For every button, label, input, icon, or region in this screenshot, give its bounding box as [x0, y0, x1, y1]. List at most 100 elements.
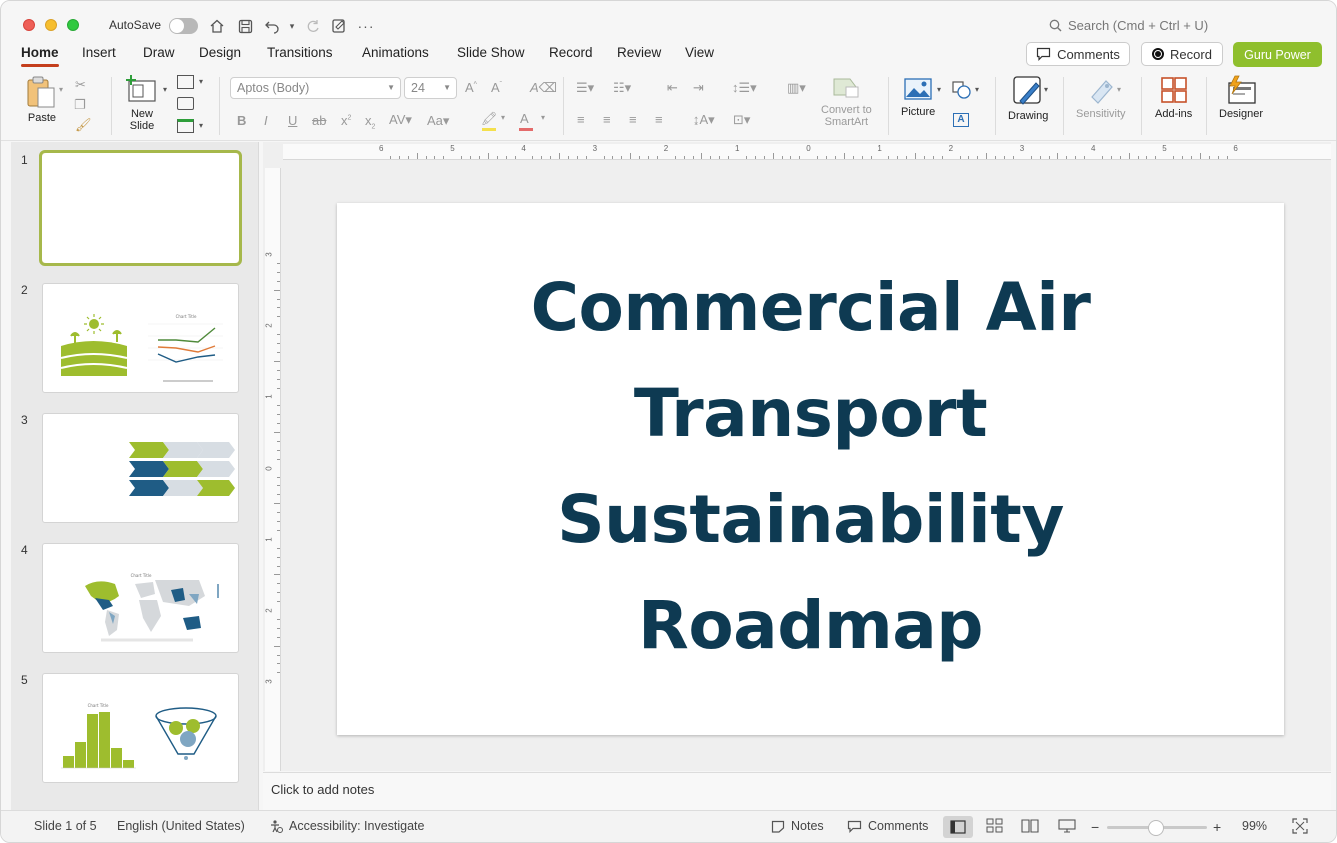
tab-slide-show[interactable]: Slide Show: [457, 45, 525, 60]
slide-thumbnail-1[interactable]: [39, 150, 242, 266]
tab-home[interactable]: Home: [21, 45, 59, 67]
italic-icon[interactable]: I: [264, 113, 268, 128]
fit-to-window-button[interactable]: [1292, 818, 1308, 837]
change-case-icon[interactable]: Aa▾: [427, 113, 449, 129]
search-box[interactable]: Search (Cmd + Ctrl + U): [1049, 18, 1208, 33]
increase-indent-icon[interactable]: ⇥: [693, 80, 704, 96]
sensitivity-dropdown-icon[interactable]: ▾: [1117, 85, 1121, 94]
addins-button[interactable]: Add-ins: [1155, 75, 1192, 120]
align-text-icon[interactable]: ⊡▾: [733, 112, 750, 128]
undo-icon[interactable]: [261, 15, 283, 37]
undo-dropdown-icon[interactable]: ▾: [281, 15, 303, 37]
picture-dropdown-icon[interactable]: ▾: [937, 85, 941, 94]
new-slide-dropdown-icon[interactable]: ▾: [163, 85, 167, 94]
font-color-icon[interactable]: A: [520, 111, 529, 126]
comments-button[interactable]: Comments: [1026, 42, 1130, 66]
slide-title[interactable]: Commercial Air Transport Sustainability …: [337, 255, 1284, 679]
reading-view-button[interactable]: [1021, 818, 1039, 837]
clear-formatting-icon[interactable]: A⌫: [530, 80, 557, 96]
slide-sorter-button[interactable]: [986, 818, 1004, 837]
shapes-dropdown-icon[interactable]: ▾: [975, 85, 979, 94]
save-icon[interactable]: [234, 15, 256, 37]
font-size-dropdown[interactable]: 24 ▼: [404, 77, 457, 99]
home-icon[interactable]: [206, 15, 228, 37]
shapes-icon[interactable]: [952, 81, 972, 104]
increase-font-icon[interactable]: A^: [465, 80, 477, 95]
strikethrough-icon[interactable]: ab: [312, 113, 326, 128]
tab-record[interactable]: Record: [549, 45, 593, 60]
numbering-icon[interactable]: ☷▾: [613, 80, 631, 96]
align-left-icon[interactable]: ≡: [577, 112, 585, 127]
more-icon[interactable]: ···: [355, 15, 377, 37]
bold-icon[interactable]: B: [237, 113, 246, 128]
new-slide-button[interactable]: New Slide: [125, 75, 159, 132]
zoom-level[interactable]: 99%: [1242, 819, 1267, 833]
minimize-window-button[interactable]: [45, 19, 57, 31]
text-box-icon[interactable]: A: [953, 113, 969, 127]
close-window-button[interactable]: [23, 19, 35, 31]
slide-thumbnail-5[interactable]: Chart Title: [42, 673, 239, 783]
sensitivity-button[interactable]: Sensitivity: [1076, 75, 1126, 120]
accessibility-status[interactable]: Accessibility: Investigate: [269, 819, 424, 833]
tab-transitions[interactable]: Transitions: [267, 45, 333, 60]
slide-thumbnail-4[interactable]: Chart Title: [42, 543, 239, 653]
slide-editor[interactable]: 6 5 4 3 2 1 0 1 2 3 4 5 6 3 2 1 0 1 2 3 Commercial Air Tra…: [263, 142, 1331, 771]
highlight-icon[interactable]: 🖍: [481, 111, 498, 127]
zoom-out-button[interactable]: −: [1091, 819, 1099, 835]
tab-review[interactable]: Review: [617, 45, 661, 60]
cut-icon[interactable]: ✂: [75, 77, 86, 93]
justify-icon[interactable]: ≡: [655, 112, 663, 127]
autosave-toggle[interactable]: [169, 18, 198, 34]
comments-toggle-button[interactable]: Comments: [847, 819, 928, 833]
slide-thumbnails-panel[interactable]: 1 2 Chart Title 3 4 Chart Title 5 Chart …: [11, 142, 259, 810]
zoom-slider-handle[interactable]: [1148, 820, 1164, 836]
guru-power-button[interactable]: Guru Power: [1233, 42, 1322, 67]
normal-view-button[interactable]: [943, 816, 973, 838]
superscript-icon[interactable]: x2: [341, 113, 351, 128]
underline-icon[interactable]: U: [288, 113, 297, 128]
slide-thumbnail-2[interactable]: Chart Title: [42, 283, 239, 393]
highlight-dropdown-icon[interactable]: ▾: [501, 113, 505, 122]
zoom-in-button[interactable]: +: [1213, 819, 1221, 835]
notes-pane[interactable]: Click to add notes: [263, 772, 1331, 810]
customize-icon[interactable]: [328, 15, 350, 37]
decrease-font-icon[interactable]: Aˇ: [491, 80, 502, 95]
font-color-dropdown-icon[interactable]: ▾: [541, 113, 545, 122]
character-spacing-icon[interactable]: AV▾: [389, 112, 412, 128]
tab-view[interactable]: View: [685, 45, 714, 60]
tab-design[interactable]: Design: [199, 45, 241, 60]
tab-insert[interactable]: Insert: [82, 45, 116, 60]
layout-dropdown-icon[interactable]: ▾: [199, 77, 203, 86]
tab-draw[interactable]: Draw: [143, 45, 175, 60]
bullets-icon[interactable]: ☰▾: [576, 80, 594, 96]
subscript-icon[interactable]: x2: [365, 113, 375, 131]
language-status[interactable]: English (United States): [117, 819, 245, 833]
layout-icon[interactable]: [177, 75, 194, 89]
picture-button[interactable]: Picture: [901, 77, 935, 118]
decrease-indent-icon[interactable]: ⇤: [667, 80, 678, 96]
tab-animations[interactable]: Animations: [362, 45, 429, 60]
text-direction-icon[interactable]: ↨A▾: [693, 112, 715, 128]
drawing-dropdown-icon[interactable]: ▾: [1044, 85, 1048, 94]
section-icon[interactable]: [177, 119, 194, 133]
current-slide[interactable]: Commercial Air Transport Sustainability …: [337, 203, 1284, 735]
convert-smartart-button[interactable]: Convert to SmartArt: [821, 75, 872, 128]
format-painter-icon[interactable]: 🖌: [75, 117, 92, 133]
drawing-button[interactable]: Drawing: [1008, 75, 1048, 122]
font-name-dropdown[interactable]: Aptos (Body) ▼: [230, 77, 401, 99]
reset-icon[interactable]: [177, 97, 194, 110]
paste-dropdown-icon[interactable]: ▾: [59, 85, 63, 94]
line-spacing-icon[interactable]: ↕☰▾: [732, 80, 757, 96]
slide-thumbnail-3[interactable]: [42, 413, 239, 523]
align-right-icon[interactable]: ≡: [629, 112, 637, 127]
record-button[interactable]: Record: [1141, 42, 1223, 66]
columns-icon[interactable]: ▥▾: [787, 80, 806, 96]
slideshow-button[interactable]: [1058, 818, 1076, 837]
notes-toggle-button[interactable]: Notes: [771, 819, 824, 833]
align-center-icon[interactable]: ≡: [603, 112, 611, 127]
copy-icon[interactable]: ❐: [74, 97, 86, 113]
paste-button[interactable]: Paste: [25, 75, 59, 124]
maximize-window-button[interactable]: [67, 19, 79, 31]
designer-button[interactable]: Designer: [1219, 75, 1263, 120]
section-dropdown-icon[interactable]: ▾: [199, 121, 203, 130]
